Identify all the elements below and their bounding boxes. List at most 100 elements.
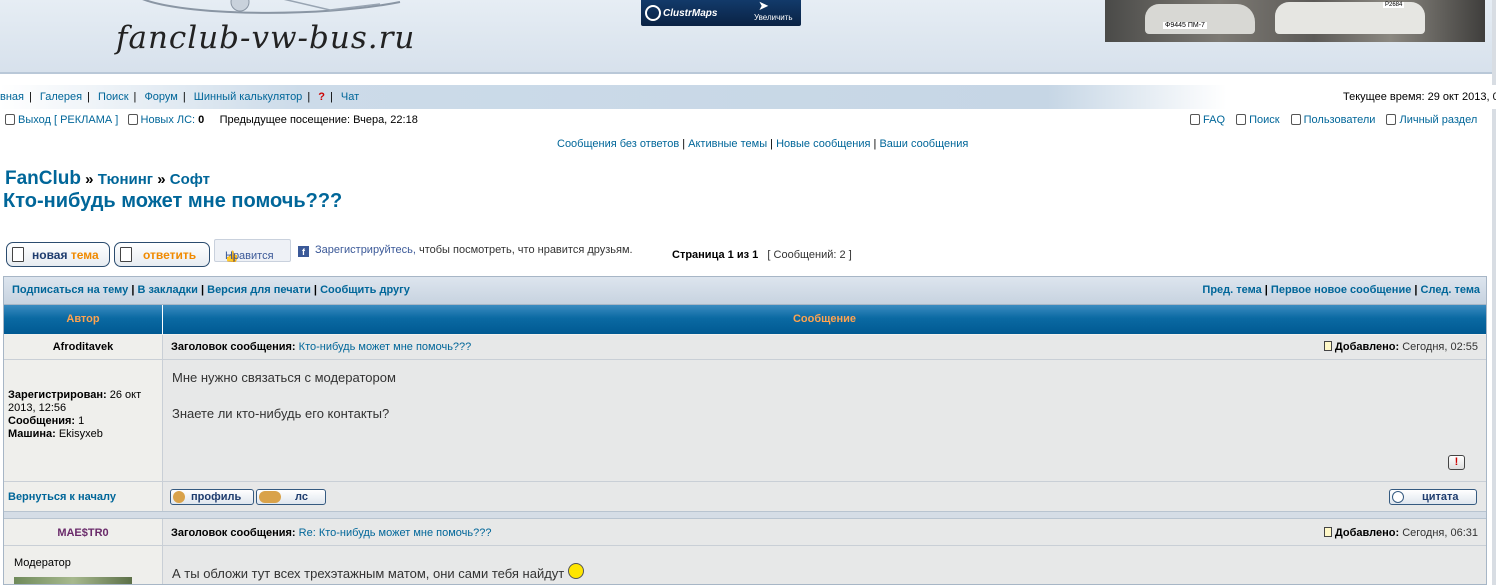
new-pm-count: 0: [198, 114, 205, 126]
utility-links: FAQ Поиск Пользователи Личный раздел: [1190, 114, 1477, 126]
registered-label: Зарегистрирован:: [8, 389, 107, 401]
breadcrumb-home[interactable]: FanClub: [5, 168, 81, 189]
next-topic-link[interactable]: След. тема: [1421, 284, 1480, 296]
first-unread-link[interactable]: Первое новое сообщение: [1271, 284, 1411, 296]
new-pm-label: Новых ЛС:: [140, 114, 196, 126]
messages-count: 1: [78, 415, 85, 427]
added-label: Добавлено:: [1334, 341, 1400, 353]
car-value: Ekisyxeb: [58, 428, 103, 440]
reply-button[interactable]: ответить: [114, 242, 210, 267]
post-icon[interactable]: [1323, 341, 1332, 351]
pm-users-icon: [259, 491, 281, 503]
profile-icon: [173, 491, 185, 503]
pagination-info: Страница 1 из 1 [ Сообщений: 2 ]: [672, 249, 852, 261]
message-count: [ Сообщений: 2 ]: [767, 249, 852, 261]
unanswered-link[interactable]: Сообщения без ответов: [557, 138, 679, 150]
breadcrumb-tuning[interactable]: Тюнинг: [98, 171, 153, 188]
profile-button[interactable]: профиль: [170, 489, 254, 505]
author-column-header: Автор: [66, 313, 100, 325]
globe-icon: [645, 5, 661, 21]
new-topic-icon: [12, 247, 24, 262]
nav-item-tire-calc[interactable]: Шинный калькулятор: [194, 91, 303, 103]
like-label: Нравится: [225, 250, 274, 262]
prev-topic-link[interactable]: Пред. тема: [1202, 284, 1261, 296]
pm-button[interactable]: лс: [256, 489, 326, 505]
subject-label: Заголовок сообщения:: [171, 527, 296, 539]
back-to-top-link[interactable]: Вернуться к началу: [8, 491, 116, 503]
table-header: Автор Сообщение: [4, 305, 1486, 334]
search-link[interactable]: Поиск: [1249, 114, 1279, 126]
post-body-line: А ты обложи тут всех трехэтажным матом, …: [172, 566, 565, 581]
logout-icon: [5, 114, 15, 125]
faq-link[interactable]: FAQ: [1203, 114, 1225, 126]
nav-separator: |: [329, 91, 333, 103]
email-friend-link[interactable]: Сообщить другу: [320, 284, 410, 296]
breadcrumb-soft[interactable]: Софт: [170, 171, 210, 188]
nav-item-forum[interactable]: Форум: [144, 91, 177, 103]
car-label: Машина:: [8, 428, 56, 440]
subject-link[interactable]: Re: Кто-нибудь может мне помочь???: [299, 527, 492, 539]
header-bus-drawing: [142, 0, 401, 14]
post-2: MAE$TR0 Заголовок сообщения: Re: Кто-ниб…: [4, 519, 1486, 584]
nav-item-gallery[interactable]: Галерея: [40, 91, 82, 103]
post-author[interactable]: Afroditavek: [4, 341, 162, 353]
nav-links: вная | Галерея | Поиск | Форум | Шинный каль…: [0, 91, 359, 103]
subscribe-link[interactable]: Подписаться на тему: [12, 284, 128, 296]
logout-link[interactable]: Выход [ РЕКЛАМА ]: [18, 114, 118, 126]
nav-separator: |: [133, 91, 137, 103]
your-posts-link[interactable]: Ваши сообщения: [879, 138, 968, 150]
site-logo[interactable]: fanclub-vw-bus.ru: [116, 20, 415, 56]
photo-car-left: [1145, 4, 1255, 34]
search-icon: [1236, 114, 1247, 125]
author-rank: Модератор: [14, 557, 71, 569]
active-topics-link[interactable]: Активные темы: [688, 138, 767, 150]
message-column-header: Сообщение: [792, 313, 857, 325]
new-topic-label: новая тема: [32, 248, 99, 262]
breadcrumb: FanClub » Тюнинг » Софт: [5, 168, 210, 190]
facebook-icon: f: [298, 246, 309, 257]
new-topic-button[interactable]: новая тема: [6, 242, 110, 267]
post-icon[interactable]: [1323, 527, 1332, 537]
nav-item-chat[interactable]: Чат: [341, 91, 359, 103]
clustrmaps-widget[interactable]: ClustrMaps ➤ Увеличить: [641, 0, 801, 26]
nav-separator: |: [29, 91, 32, 103]
ucp-icon: [1386, 114, 1397, 125]
post-subject: Заголовок сообщения: Re: Кто-нибудь може…: [171, 527, 491, 539]
reply-label: ответить: [143, 248, 197, 262]
post-subject: Заголовок сообщения: Кто-нибудь может мн…: [171, 341, 471, 353]
members-link[interactable]: Пользователи: [1304, 114, 1376, 126]
last-visit: Предыдущее посещение: Вчера, 22:18: [219, 114, 418, 126]
main-navbar: вная | Галерея | Поиск | Форум | Шинный каль…: [0, 85, 1496, 109]
reply-icon: [120, 247, 132, 262]
post-author[interactable]: MAE$TR0: [4, 527, 162, 539]
print-version-link[interactable]: Версия для печати: [207, 284, 311, 296]
post-date: Добавлено: Сегодня, 06:31: [1323, 527, 1478, 539]
post-body-line: Знаете ли кто-нибудь его контакты?: [172, 406, 390, 421]
new-pm-link[interactable]: Новых ЛС: 0: [141, 114, 205, 126]
members-icon: [1290, 114, 1301, 125]
topic-title[interactable]: Кто-нибудь может мне помочь???: [3, 190, 342, 213]
subject-link[interactable]: Кто-нибудь может мне помочь???: [299, 341, 472, 353]
post-1: Afroditavek Заголовок сообщения: Кто-ниб…: [4, 335, 1486, 511]
nav-separator: |: [87, 91, 90, 103]
topic-actions-left: Подписаться на тему | В закладки | Верси…: [12, 284, 410, 296]
ucp-link[interactable]: Личный раздел: [1399, 114, 1477, 126]
nav-item-home[interactable]: вная: [0, 91, 24, 103]
post-body: А ты обложи тут всех трехэтажным матом, …: [172, 563, 584, 584]
nav-item-help[interactable]: ?: [318, 91, 325, 103]
bookmark-link[interactable]: В закладки: [137, 284, 197, 296]
facebook-like-button[interactable]: 👍 Нравится: [214, 239, 291, 263]
post-date: Добавлено: Сегодня, 02:55: [1323, 341, 1478, 353]
nav-item-search[interactable]: Поиск: [98, 91, 128, 103]
clustrmaps-zoom: Увеличить: [754, 13, 793, 22]
nav-separator: |: [307, 91, 311, 103]
photo-plate-right: Р2684: [1383, 2, 1405, 8]
facebook-register-link[interactable]: Зарегистрируйтесь,: [315, 244, 416, 256]
added-time: Сегодня, 02:55: [1402, 341, 1478, 353]
added-time: Сегодня, 06:31: [1402, 527, 1478, 539]
new-posts-link[interactable]: Новые сообщения: [776, 138, 870, 150]
post-body: Мне нужно связаться с модератором Знаете…: [172, 369, 396, 423]
report-icon[interactable]: !: [1448, 455, 1465, 470]
quote-button[interactable]: цитата: [1389, 489, 1477, 505]
header-photo: Ф9445 ПМ-7 Р2684: [1105, 0, 1485, 42]
